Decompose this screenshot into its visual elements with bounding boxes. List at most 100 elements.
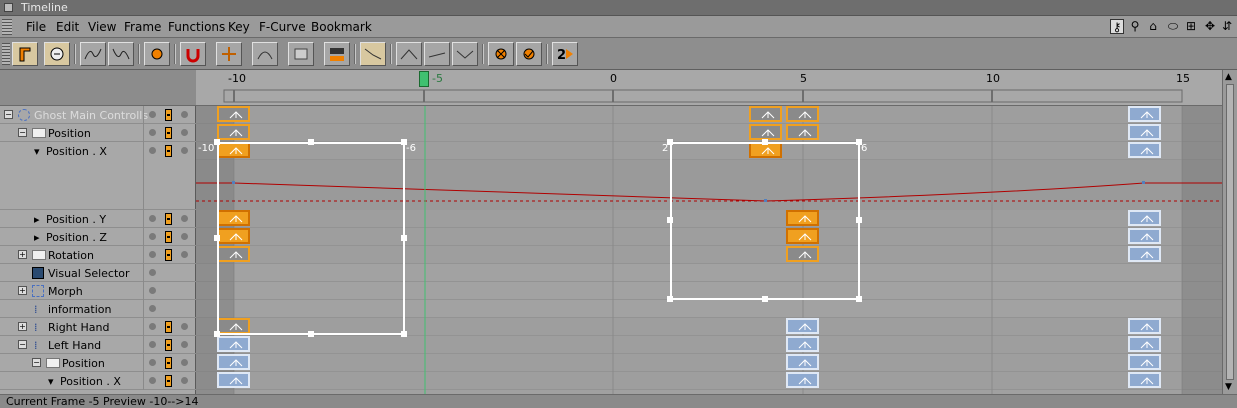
selection-handle[interactable] xyxy=(762,139,768,145)
keyframe[interactable] xyxy=(786,318,819,334)
frame-ruler[interactable]: -10 -5 0 5 10 15 xyxy=(196,70,1222,106)
keyframe[interactable] xyxy=(217,354,250,370)
menu-frame[interactable]: Frame xyxy=(124,20,161,34)
track-row[interactable]: − ⁞ Left Hand xyxy=(0,336,196,354)
fold-icon[interactable]: ⬭ xyxy=(1166,19,1180,34)
track-row[interactable]: + Morph xyxy=(0,282,196,300)
keyframe[interactable] xyxy=(1128,142,1161,158)
track-row[interactable]: + Rotation xyxy=(0,246,196,264)
selection-handle[interactable] xyxy=(308,139,314,145)
selection-handle[interactable] xyxy=(401,331,407,337)
track-row[interactable]: − Ghost Main Controlls xyxy=(0,106,196,124)
playhead-handle[interactable] xyxy=(419,71,429,87)
record-button[interactable] xyxy=(12,42,38,66)
fcurve-mode-button[interactable] xyxy=(80,42,106,66)
keyframe[interactable] xyxy=(217,124,250,140)
selection-handle[interactable] xyxy=(667,296,673,302)
menu-file[interactable]: File xyxy=(26,20,46,34)
menu-view[interactable]: View xyxy=(88,20,116,34)
selection-end-label: 6 xyxy=(861,143,868,154)
move-key-button[interactable] xyxy=(216,42,242,66)
keyframe[interactable] xyxy=(786,372,819,388)
ruler-label: -10 xyxy=(228,72,246,85)
keyframe[interactable] xyxy=(786,354,819,370)
selection-handle[interactable] xyxy=(214,235,220,241)
collapse-triangle-icon: ▸ xyxy=(34,213,40,226)
layer-button[interactable] xyxy=(288,42,314,66)
timeline-area[interactable]: -10 -5 0 5 10 15 -10 -6 2 6 xyxy=(196,70,1222,394)
track-row[interactable]: − Position xyxy=(0,354,196,372)
track-row[interactable]: ▸ Position . Y xyxy=(0,210,196,228)
tangent-button[interactable] xyxy=(360,42,386,66)
sort-icon[interactable]: ⇵ xyxy=(1220,19,1234,34)
scroll-thumb[interactable] xyxy=(1226,84,1234,380)
selection-handle[interactable] xyxy=(856,217,862,223)
keyframe[interactable] xyxy=(1128,318,1161,334)
menu-key[interactable]: Key xyxy=(228,20,250,34)
spline-button[interactable] xyxy=(396,42,422,66)
selection-handle[interactable] xyxy=(308,331,314,337)
keyframe[interactable] xyxy=(786,124,819,140)
keyframe[interactable] xyxy=(1128,372,1161,388)
keyframe[interactable] xyxy=(1128,124,1161,140)
keyframe[interactable] xyxy=(1128,106,1161,122)
fcurve-mode2-button[interactable] xyxy=(108,42,134,66)
keyframe[interactable] xyxy=(786,336,819,352)
title-bar: Timeline xyxy=(0,0,1237,16)
selection-handle[interactable] xyxy=(762,296,768,302)
delete-key-button[interactable] xyxy=(488,42,514,66)
keyframe[interactable] xyxy=(1128,354,1161,370)
keyframe[interactable] xyxy=(1128,228,1161,244)
menu-f-curve[interactable]: F-Curve xyxy=(259,20,306,34)
confirm-key-button[interactable] xyxy=(516,42,542,66)
keyframe[interactable] xyxy=(217,372,250,388)
track-row[interactable]: ▾ Position . X xyxy=(0,372,196,390)
motion-clip-button[interactable] xyxy=(324,42,350,66)
scroll-up-icon[interactable]: ▲ xyxy=(1225,72,1232,82)
folder-icon xyxy=(46,358,60,368)
keyframe[interactable] xyxy=(786,106,819,122)
menu-functions[interactable]: Functions xyxy=(168,20,225,34)
toolbar-grip[interactable] xyxy=(2,43,10,65)
keyframe[interactable] xyxy=(1128,210,1161,226)
step-button[interactable] xyxy=(452,42,478,66)
selection-handle[interactable] xyxy=(401,235,407,241)
expand-icon[interactable]: ⊞ xyxy=(1184,19,1198,34)
scroll-down-icon[interactable]: ▼ xyxy=(1225,382,1232,392)
keyframe[interactable] xyxy=(749,106,782,122)
keyframe[interactable] xyxy=(749,124,782,140)
snap-button[interactable] xyxy=(180,42,206,66)
home-icon[interactable]: ⌂ xyxy=(1146,19,1160,34)
track-row[interactable]: ⁞ information xyxy=(0,300,196,318)
selection-handle[interactable] xyxy=(214,331,220,337)
vertical-scrollbar[interactable]: ▲ ▼ xyxy=(1222,70,1237,394)
selection-handle[interactable] xyxy=(214,139,220,145)
view-key-button[interactable] xyxy=(144,42,170,66)
selection-handle[interactable] xyxy=(667,217,673,223)
keyframe[interactable] xyxy=(217,106,250,122)
selection-box[interactable] xyxy=(217,142,405,335)
grip-handle[interactable] xyxy=(2,19,12,35)
key-tool-button[interactable] xyxy=(44,42,70,66)
track-row[interactable]: Visual Selector xyxy=(0,264,196,282)
selection-handle[interactable] xyxy=(856,296,862,302)
window-title: Timeline xyxy=(21,1,68,14)
keyframe[interactable] xyxy=(217,336,250,352)
window-menu-icon[interactable] xyxy=(4,3,13,12)
menu-bookmark[interactable]: Bookmark xyxy=(311,20,372,34)
key-search-icon[interactable]: ⚷ xyxy=(1110,19,1124,34)
track-row[interactable]: − Position xyxy=(0,124,196,142)
track-row[interactable]: ▾ Position . X xyxy=(0,142,196,210)
move-icon[interactable]: ✥ xyxy=(1203,19,1217,34)
magnifier-icon[interactable]: ⚲ xyxy=(1128,19,1142,34)
curve-tool-button[interactable] xyxy=(252,42,278,66)
two-step-button[interactable]: 2 xyxy=(552,42,578,66)
selection-box[interactable] xyxy=(670,142,860,300)
linear-button[interactable] xyxy=(424,42,450,66)
keyframe[interactable] xyxy=(1128,336,1161,352)
menu-edit[interactable]: Edit xyxy=(56,20,79,34)
track-row[interactable]: + ⁞ Right Hand xyxy=(0,318,196,336)
track-row[interactable]: ▸ Position . Z xyxy=(0,228,196,246)
folder-icon xyxy=(32,128,46,138)
keyframe[interactable] xyxy=(1128,246,1161,262)
